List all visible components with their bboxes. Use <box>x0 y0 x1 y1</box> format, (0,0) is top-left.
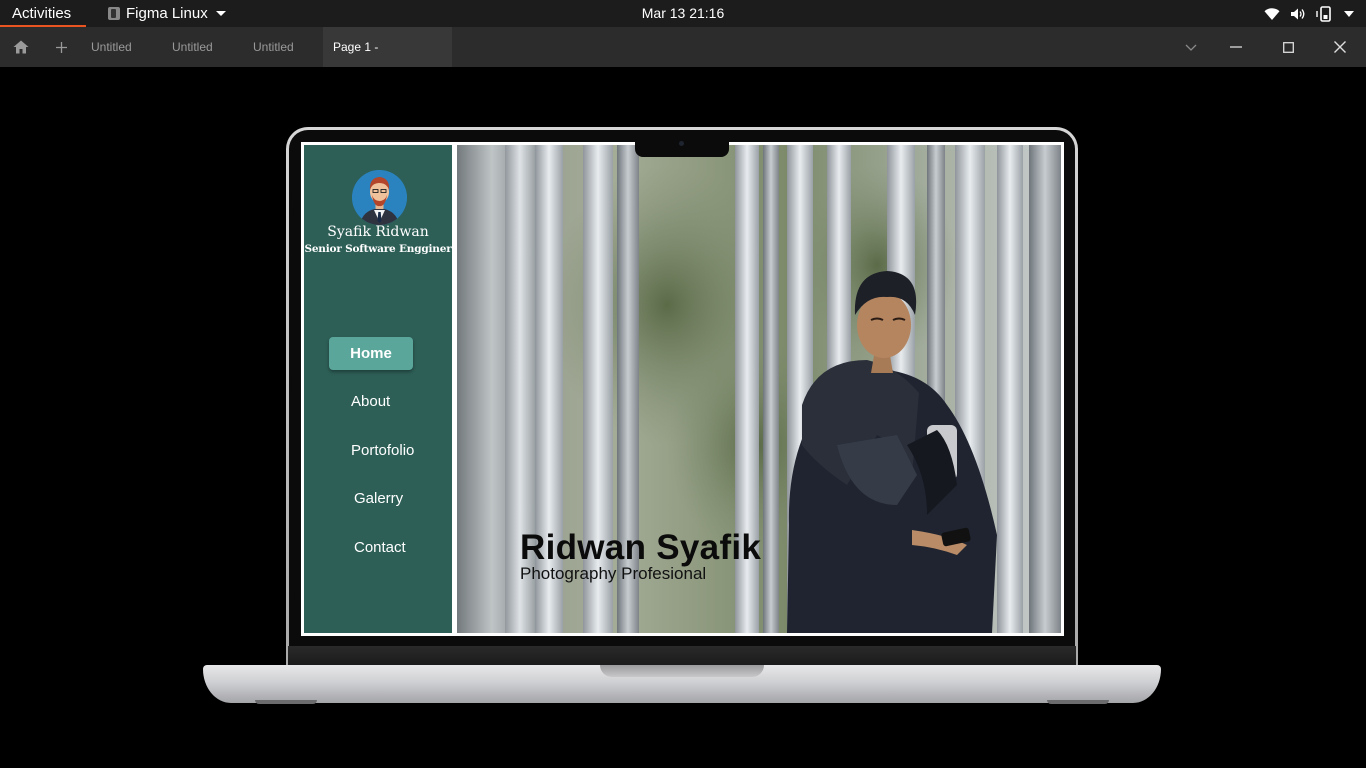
app-menu-label: Figma Linux <box>126 5 208 22</box>
laptop-chin <box>288 646 1076 666</box>
nav-portofolio-link[interactable]: Portofolio <box>351 442 414 459</box>
nav-home-label: Home <box>350 345 392 362</box>
system-menu-caret-icon[interactable] <box>1344 10 1354 17</box>
laptop-foot-right <box>1047 700 1109 704</box>
laptop-foot-left <box>255 700 317 704</box>
tab-page-1-untitled[interactable]: Page 1 - Untitled✕ <box>323 27 452 94</box>
tab-label: Untitled <box>172 40 213 54</box>
nav-about-label: About <box>351 393 391 410</box>
close-window-button[interactable] <box>1330 27 1350 67</box>
hero-subtitle: Photography Profesional <box>520 564 707 583</box>
figma-tab-bar: Untitled Untitled Untitled Page 1 - Unti… <box>0 27 1366 94</box>
volume-icon[interactable] <box>1290 7 1306 21</box>
new-tab-button[interactable] <box>52 27 70 67</box>
activities-button[interactable]: Activities <box>0 0 83 27</box>
system-tray[interactable] <box>1264 0 1354 27</box>
nav-galerry-label: Galerry <box>354 490 404 507</box>
maximize-button[interactable] <box>1278 27 1298 67</box>
tab-label: Untitled <box>253 40 294 54</box>
chevron-down-icon <box>1185 44 1197 51</box>
nav-galerry-link[interactable]: Galerry <box>354 490 403 507</box>
nav-contact-link[interactable]: Contact <box>354 539 406 556</box>
home-button[interactable] <box>10 27 32 67</box>
wifi-icon[interactable] <box>1264 7 1280 21</box>
minimize-button[interactable] <box>1226 27 1246 67</box>
laptop-lid-notch <box>600 665 764 677</box>
nav-home-button[interactable]: Home <box>329 337 413 370</box>
plus-icon <box>55 41 67 53</box>
nav-portofolio-label: Portofolio <box>351 442 415 459</box>
home-icon <box>13 40 29 54</box>
caret-down-icon <box>215 11 226 16</box>
nav-contact-label: Contact <box>354 539 406 556</box>
tab-untitled-3[interactable]: Untitled <box>253 27 294 67</box>
profile-avatar <box>352 170 407 225</box>
app-menu[interactable]: Figma Linux <box>108 0 226 27</box>
tab-untitled-2[interactable]: Untitled <box>172 27 213 67</box>
clock[interactable]: Mar 13 21:16 <box>642 5 725 21</box>
profile-role: Senior Software Engginer <box>304 243 452 255</box>
close-icon <box>1334 41 1346 53</box>
profile-name: Syafik Ridwan <box>327 224 429 240</box>
tab-untitled-1[interactable]: Untitled <box>91 27 132 67</box>
battery-icon[interactable] <box>1316 5 1334 22</box>
camera-dot <box>679 141 684 146</box>
minimize-icon <box>1230 46 1242 48</box>
activities-label: Activities <box>12 5 72 22</box>
system-top-bar: Activities Figma Linux Mar 13 21:16 <box>0 0 1366 27</box>
figma-app-icon <box>108 7 120 20</box>
maximize-icon <box>1282 41 1294 53</box>
nav-about-link[interactable]: About <box>351 393 390 410</box>
tab-label: Untitled <box>91 40 132 54</box>
hero-title: Ridwan Syafik <box>520 528 762 567</box>
tabs-dropdown-button[interactable] <box>1182 27 1200 67</box>
